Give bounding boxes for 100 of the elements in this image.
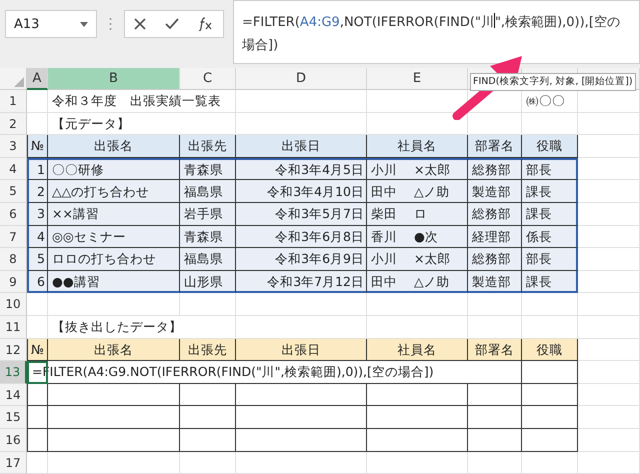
spreadsheet-cell[interactable] [27, 406, 48, 429]
spreadsheet-cell[interactable]: ××講習 [48, 202, 180, 226]
formula-input[interactable]: =FILTER(A4:G9,NOT(IFERROR(FIND("川",検索範囲),0)),[空の場合]) [233, 0, 640, 64]
row-header[interactable]: 1 [0, 90, 27, 113]
spreadsheet-cell[interactable]: 香川 ●次 [367, 226, 468, 248]
row-header[interactable]: 2 [0, 112, 27, 136]
spreadsheet-cell[interactable]: ロロの打ち合わせ [48, 248, 180, 271]
spreadsheet-cell[interactable] [522, 406, 578, 429]
column-header[interactable]: E [367, 68, 468, 90]
spreadsheet-cell[interactable] [468, 384, 522, 406]
spreadsheet-cell[interactable]: 係長 [522, 226, 578, 248]
spreadsheet-cell[interactable] [48, 406, 180, 429]
spreadsheet-cell[interactable] [236, 384, 367, 406]
spreadsheet-cell[interactable]: 製造部 [468, 180, 522, 203]
spreadsheet-cell[interactable] [367, 428, 468, 452]
spreadsheet-cell[interactable]: № [27, 135, 48, 158]
spreadsheet-cell[interactable]: 令和３年度 出張実績一覧表 [48, 90, 236, 113]
spreadsheet-cell[interactable]: 出張先 [180, 135, 236, 158]
function-icon[interactable] [198, 17, 214, 31]
spreadsheet-cell[interactable]: № [27, 338, 48, 362]
spreadsheet-cell[interactable]: 福島県 [180, 180, 236, 203]
spreadsheet-cell[interactable] [180, 406, 236, 429]
spreadsheet-cell[interactable] [236, 428, 367, 452]
row-header[interactable]: 17 [0, 452, 27, 474]
spreadsheet-cell[interactable]: 課長 [522, 270, 578, 294]
spreadsheet-cell[interactable]: 役職 [522, 135, 578, 158]
spreadsheet-cell[interactable]: 令和3年5月7日 [236, 202, 367, 226]
spreadsheet-cell[interactable]: 部長 [522, 158, 578, 180]
spreadsheet-cell[interactable]: 課長 [522, 180, 578, 203]
dropdown-caret-icon[interactable] [80, 22, 88, 26]
spreadsheet-cell[interactable]: 福島県 [180, 248, 236, 271]
spreadsheet-cell[interactable]: 柴田 ロ [367, 202, 468, 226]
spreadsheet-cell[interactable] [27, 384, 48, 406]
row-header[interactable]: 14 [0, 384, 27, 406]
spreadsheet-cell[interactable]: 出張名 [48, 135, 180, 158]
column-header[interactable]: C [180, 68, 236, 90]
spreadsheet-cell[interactable]: 総務部 [468, 248, 522, 271]
check-icon[interactable] [164, 18, 179, 30]
spreadsheet-cell[interactable] [48, 428, 180, 452]
spreadsheet-cell[interactable]: 岩手県 [180, 202, 236, 226]
row-header[interactable]: 13 [0, 361, 27, 384]
spreadsheet-cell[interactable]: 総務部 [468, 202, 522, 226]
spreadsheet-cell[interactable]: 田中 △ノ助 [367, 180, 468, 203]
column-header[interactable]: B [48, 68, 180, 90]
spreadsheet-cell[interactable]: 小川 ×太郎 [367, 248, 468, 271]
spreadsheet-cell[interactable] [367, 406, 468, 429]
spreadsheet-cell[interactable] [468, 428, 522, 452]
row-header[interactable]: 8 [0, 248, 27, 271]
spreadsheet-cell[interactable]: 令和3年4月5日 [236, 158, 367, 180]
cancel-icon[interactable] [134, 18, 146, 30]
spreadsheet-cell[interactable]: 令和3年7月12日 [236, 270, 367, 294]
spreadsheet-cell[interactable] [468, 406, 522, 429]
name-box[interactable]: A13 [5, 10, 97, 38]
spreadsheet-cell[interactable]: 社員名 [367, 135, 468, 158]
column-header[interactable]: A [27, 68, 48, 90]
spreadsheet-cell[interactable]: 部長 [522, 248, 578, 271]
spreadsheet-cell[interactable]: △△の打ち合わせ [48, 180, 180, 203]
spreadsheet-cell[interactable]: 社員名 [367, 338, 468, 362]
spreadsheet-cell[interactable]: 青森県 [180, 226, 236, 248]
spreadsheet-cell[interactable]: ◎◎セミナー [48, 226, 180, 248]
spreadsheet-cell[interactable]: 製造部 [468, 270, 522, 294]
spreadsheet-cell[interactable]: 総務部 [468, 158, 522, 180]
spreadsheet-cell[interactable]: 2 [27, 180, 48, 203]
spreadsheet-cell[interactable] [180, 384, 236, 406]
spreadsheet-cell[interactable]: 出張日 [236, 338, 367, 362]
row-header[interactable]: 3 [0, 135, 27, 158]
spreadsheet-cell[interactable]: 令和3年4月10日 [236, 180, 367, 203]
row-header[interactable]: 10 [0, 293, 27, 316]
spreadsheet-cell[interactable]: 3 [27, 202, 48, 226]
spreadsheet-cell[interactable]: 経理部 [468, 226, 522, 248]
spreadsheet-cell[interactable]: 4 [27, 226, 48, 248]
spreadsheet-cell[interactable]: 令和3年6月9日 [236, 248, 367, 271]
spreadsheet-cell[interactable] [522, 361, 578, 384]
column-header[interactable]: D [236, 68, 367, 90]
row-header[interactable]: 15 [0, 406, 27, 429]
spreadsheet-cell[interactable] [367, 384, 468, 406]
spreadsheet-cell[interactable]: 出張名 [48, 338, 180, 362]
row-header[interactable]: 12 [0, 338, 27, 362]
spreadsheet-cell[interactable]: 部署名 [468, 338, 522, 362]
spreadsheet-cell[interactable] [236, 406, 367, 429]
spreadsheet-cell[interactable] [522, 428, 578, 452]
spreadsheet-cell[interactable]: 青森県 [180, 158, 236, 180]
row-header[interactable]: 5 [0, 180, 27, 203]
spreadsheet-cell[interactable]: 山形県 [180, 270, 236, 294]
spreadsheet-cell[interactable]: 小川 ×太郎 [367, 158, 468, 180]
spreadsheet-cell[interactable]: 6 [27, 270, 48, 294]
row-header[interactable]: 7 [0, 226, 27, 248]
spreadsheet-cell[interactable]: 出張日 [236, 135, 367, 158]
spreadsheet-cell[interactable]: 役職 [522, 338, 578, 362]
spreadsheet-cell[interactable] [27, 428, 48, 452]
spreadsheet-cell[interactable]: 5 [27, 248, 48, 271]
spreadsheet-cell[interactable]: 課長 [522, 202, 578, 226]
spreadsheet-cell[interactable]: 田中 △ノ助 [367, 270, 468, 294]
row-header[interactable]: 6 [0, 202, 27, 226]
spreadsheet-cell[interactable]: 令和3年6月8日 [236, 226, 367, 248]
spreadsheet-cell[interactable] [48, 384, 180, 406]
select-all-corner[interactable] [0, 68, 27, 90]
row-header[interactable]: 11 [0, 316, 27, 339]
spreadsheet-cell[interactable]: 〇〇研修 [48, 158, 180, 180]
spreadsheet-cell[interactable]: 部署名 [468, 135, 522, 158]
